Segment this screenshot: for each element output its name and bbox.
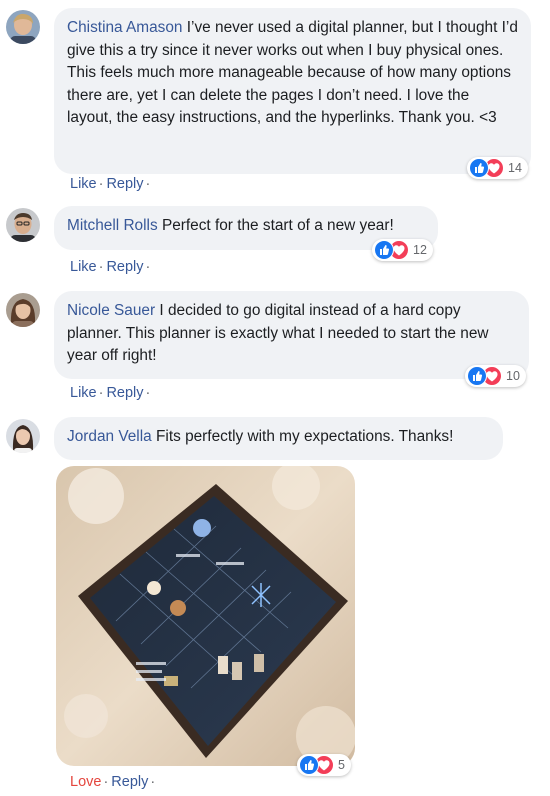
comment-author[interactable]: Nicole Sauer [67,302,155,319]
comment-author[interactable]: Jordan Vella [67,428,152,445]
separator: · [145,259,151,275]
separator: · [150,774,156,790]
reactions-count: 12 [413,243,427,257]
comment-author[interactable]: Mitchell Rolls [67,217,158,234]
avatar[interactable] [6,10,40,44]
tablet-planner-photo [56,466,355,766]
like-icon [299,755,319,775]
like-button[interactable]: Like [70,176,97,192]
like-button[interactable]: Like [70,259,97,275]
comment-actions: Like · Reply · [70,176,153,192]
comment-actions: Like · Reply · [70,385,153,401]
comment-bubble: Nicole Sauer I decided to go digital ins… [54,291,529,379]
comment-bubble: Chistina Amason I’ve never used a digita… [54,8,531,174]
comment-actions: Like · Reply · [70,259,153,275]
reply-button[interactable]: Reply [106,176,143,192]
separator: · [98,176,104,192]
like-button[interactable]: Like [70,385,97,401]
reactions-summary[interactable]: 14 [467,157,528,179]
reactions-summary[interactable]: 5 [297,754,351,776]
avatar[interactable] [6,293,40,327]
love-button[interactable]: Love [70,774,101,790]
comment-author[interactable]: Chistina Amason [67,19,183,36]
comment-photo[interactable] [56,466,355,766]
comment-text: Fits perfectly with my expectations. Tha… [156,428,454,445]
reactions-summary[interactable]: 10 [465,365,526,387]
like-icon [469,158,489,178]
separator: · [145,385,151,401]
separator: · [98,259,104,275]
like-icon [467,366,487,386]
reactions-count: 14 [508,161,522,175]
avatar[interactable] [6,419,40,453]
comment-bubble: Jordan Vella Fits perfectly with my expe… [54,417,503,460]
separator: · [98,385,104,401]
reactions-count: 10 [506,369,520,383]
like-icon [374,240,394,260]
reply-button[interactable]: Reply [111,774,148,790]
separator: · [103,774,109,790]
comment-actions: Love · Reply · [70,774,158,790]
avatar[interactable] [6,208,40,242]
reactions-summary[interactable]: 12 [372,239,433,261]
comment-text: Perfect for the start of a new year! [161,217,394,234]
separator: · [145,176,151,192]
reply-button[interactable]: Reply [106,385,143,401]
reactions-count: 5 [338,758,345,772]
reply-button[interactable]: Reply [106,259,143,275]
